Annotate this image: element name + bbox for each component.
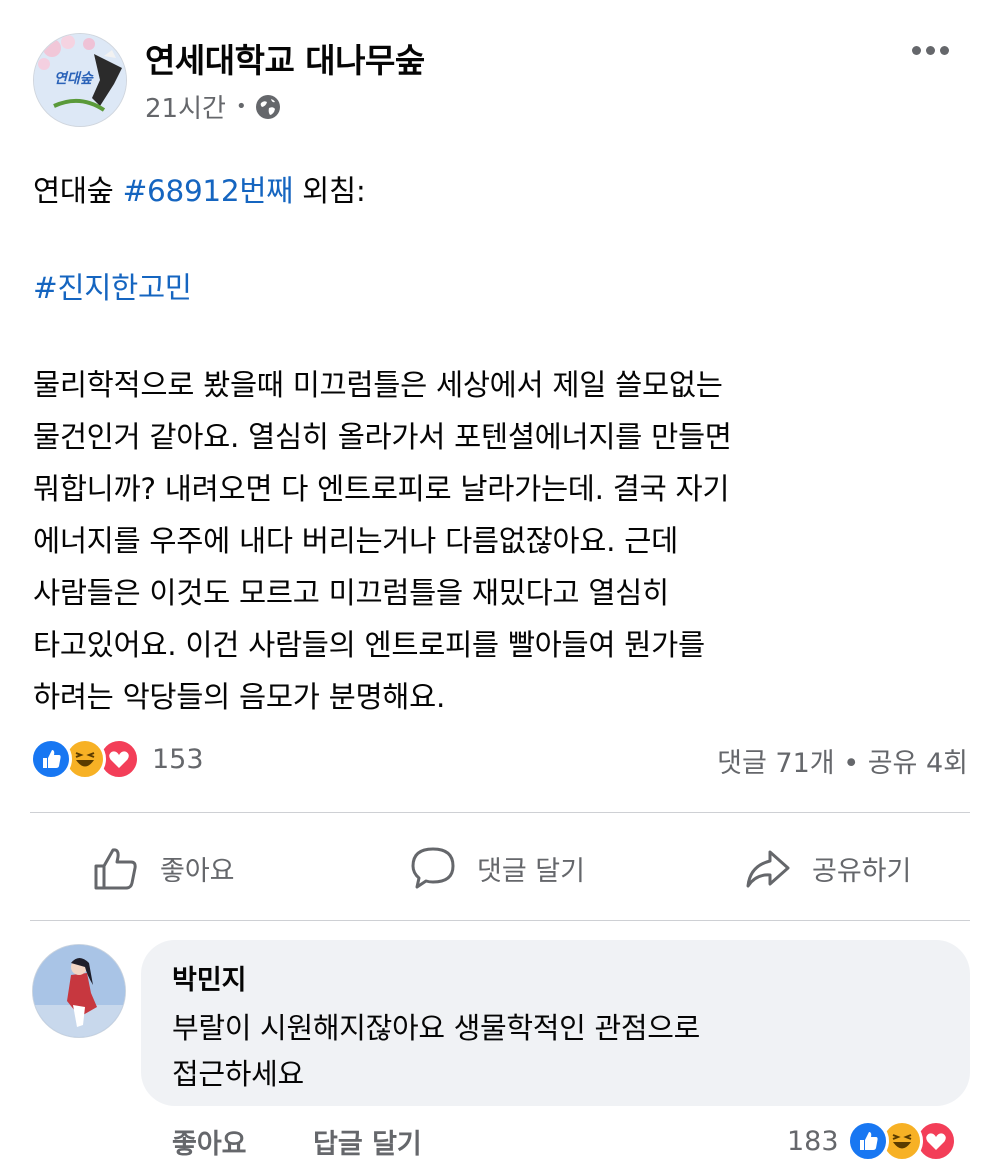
like-reaction-icon	[846, 1120, 889, 1162]
post-body-line: 뭐합니까? 내려오면 다 엔트로피로 날라가는데. 결국 자기	[33, 472, 730, 506]
globe-icon	[255, 94, 280, 119]
commenter-avatar[interactable]	[32, 944, 126, 1038]
reaction-summary[interactable]: 153	[30, 738, 204, 780]
comment-bubble-icon	[411, 847, 455, 889]
page-name[interactable]: 연세대학교 대나무숲	[145, 34, 425, 82]
post-body-line: 타고있어요. 이건 사람들의 엔트로피를 빨아들여 뭔가를	[33, 628, 705, 662]
divider	[30, 812, 970, 813]
comment-reaction-summary[interactable]: 183	[787, 1120, 957, 1162]
comment-like-link[interactable]: 좋아요	[172, 1122, 247, 1161]
comment-label: 댓글 달기	[477, 855, 585, 887]
page-avatar[interactable]: 연대숲	[33, 33, 127, 127]
more-options-button[interactable]	[912, 38, 958, 62]
post-body-line: 에너지를 우주에 내다 버리는거나 다름없잖아요. 근데	[33, 524, 678, 558]
more-dot	[912, 45, 921, 55]
more-dot	[940, 45, 949, 55]
post-meta: 21시간 •	[145, 88, 281, 125]
post-body-line: 하려는 악당들의 음모가 분명해요.	[33, 680, 446, 714]
like-label: 좋아요	[160, 855, 235, 887]
like-button[interactable]: 좋아요	[92, 840, 235, 896]
intro-prefix: 연대숲	[33, 174, 123, 208]
comment-button[interactable]: 댓글 달기	[409, 840, 585, 896]
commenter-avatar-image	[33, 945, 125, 1037]
comment-text-line: 부랄이 시원해지잖아요 생물학적인 관점으로	[172, 1011, 700, 1045]
reaction-count: 153	[152, 743, 204, 775]
thumbs-up-icon	[94, 848, 137, 890]
post-time[interactable]: 21시간	[145, 88, 226, 125]
comment-text-line: 접근하세요	[172, 1057, 304, 1091]
comment-reaction-count: 183	[787, 1125, 839, 1157]
page-avatar-text: 연대숲	[54, 71, 93, 87]
share-label: 공유하기	[812, 855, 912, 887]
post-body-line: 사람들은 이것도 모르고 미끄럼틀을 재밌다고 열심히	[33, 576, 669, 610]
comment-reply-link[interactable]: 답글 달기	[313, 1122, 422, 1161]
hashtag-link[interactable]: #진지한고민	[33, 265, 192, 307]
more-dot	[926, 45, 935, 55]
share-button[interactable]: 공유하기	[744, 840, 911, 896]
like-reaction-icon	[30, 738, 72, 780]
divider	[30, 920, 970, 921]
post-intro: 연대숲 #68912번째 외침:	[33, 168, 366, 210]
meta-dot: •	[235, 96, 247, 117]
comment-author[interactable]: 박민지	[172, 958, 247, 997]
intro-hashtag-link[interactable]: #68912번째	[123, 174, 294, 208]
post-body-line: 물건인거 같아요. 열심히 올라가서 포텐셜에너지를 만들면	[33, 420, 732, 454]
share-arrow-icon	[746, 850, 790, 888]
post-body-line: 물리학적으로 봤을때 미끄럼틀은 세상에서 제일 쓸모없는	[33, 368, 723, 402]
comments-shares-count[interactable]: 댓글 71개 • 공유 4회	[717, 741, 968, 780]
intro-suffix: 외침:	[293, 174, 366, 208]
